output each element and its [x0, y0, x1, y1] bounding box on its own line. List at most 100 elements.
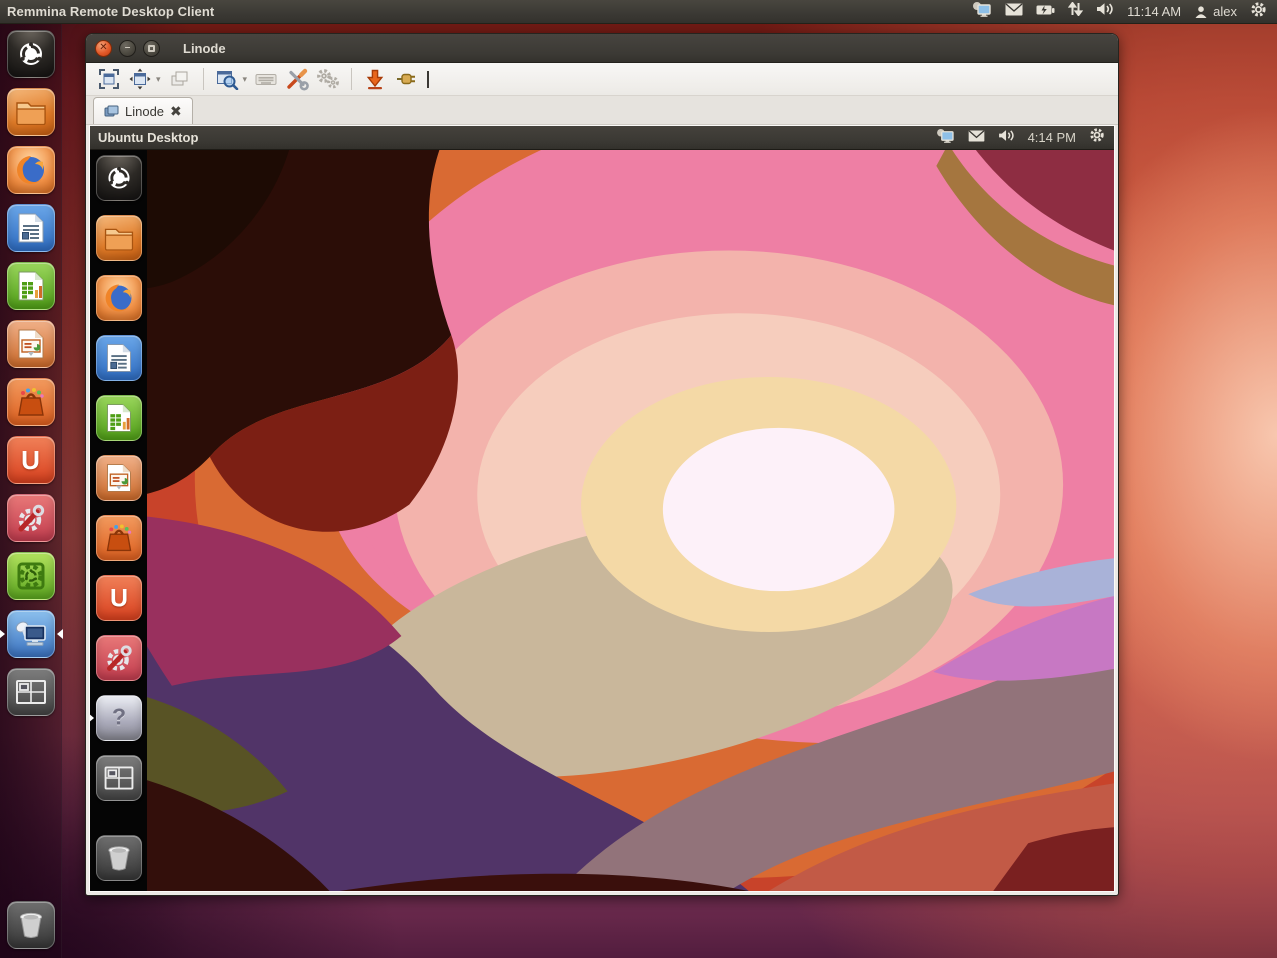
window-titlebar[interactable]: ✕ – Linode — [86, 34, 1118, 63]
toolbar-separator — [203, 68, 204, 90]
mail-icon[interactable] — [968, 129, 985, 147]
ubuntu-one-letter: U — [109, 583, 127, 613]
remote-launcher-item-unknown-app[interactable]: ? — [95, 695, 141, 741]
host-launcher-item-files[interactable] — [7, 88, 55, 136]
close-icon: ✕ — [99, 43, 107, 53]
scaled-mode-options-caret[interactable]: ▾ — [243, 74, 248, 85]
libreoffice-calc-icon — [7, 262, 55, 310]
focused-indicator-arrow — [57, 629, 63, 639]
tools-button[interactable] — [283, 66, 311, 93]
remote-launcher-item-files[interactable] — [95, 215, 141, 261]
fit-window-options-caret[interactable]: ▾ — [156, 74, 161, 85]
host-indicator-tray: 11:14 AM alex — [972, 1, 1277, 23]
remmina-icon — [7, 610, 55, 658]
session-gear-icon[interactable] — [1250, 1, 1267, 23]
ubuntu-one-icon: U — [7, 436, 55, 484]
running-indicator-arrow — [0, 629, 5, 639]
remote-launcher-item-software-center[interactable] — [95, 515, 141, 561]
fit-window-button[interactable] — [126, 66, 154, 93]
host-launcher-item-impress[interactable] — [7, 320, 55, 368]
remote-indicator-tray: 4:14 PM — [936, 127, 1114, 148]
toolbar-separator — [351, 68, 352, 90]
ubuntu-software-center-icon — [7, 378, 55, 426]
host-launcher-item-workspaces[interactable] — [7, 668, 55, 716]
window-maximize-button[interactable] — [143, 40, 160, 57]
window-title: Linode — [183, 41, 226, 56]
minimize-icon: – — [125, 43, 131, 53]
libreoffice-impress-icon — [7, 320, 55, 368]
host-launcher-item-software-updater[interactable] — [7, 552, 55, 600]
volume-icon[interactable] — [1096, 2, 1114, 21]
home-folder-icon — [7, 88, 55, 136]
software-updater-icon — [7, 552, 55, 600]
host-launcher-item-ubuntu-one[interactable]: U — [7, 436, 55, 484]
host-launcher-item-firefox[interactable] — [7, 146, 55, 194]
minimize-window-button[interactable] — [361, 66, 389, 93]
system-settings-icon — [95, 635, 141, 681]
remmina-toolbar: ▾ ▾ — [86, 63, 1118, 96]
toolbar-focus-caret — [427, 71, 429, 88]
volume-icon[interactable] — [998, 129, 1015, 147]
remote-launcher-item-firefox[interactable] — [95, 275, 141, 321]
battery-icon[interactable] — [1036, 3, 1055, 21]
remote-launcher-item-workspaces[interactable] — [95, 755, 141, 801]
window-close-button[interactable]: ✕ — [95, 40, 112, 57]
remote-clock-text[interactable]: 4:14 PM — [1028, 130, 1076, 145]
toggle-fullscreen-button[interactable] — [95, 66, 123, 93]
remote-launcher-item-trash[interactable] — [95, 835, 141, 881]
remote-launcher-item-system-settings[interactable] — [95, 635, 141, 681]
maximize-icon — [148, 45, 155, 52]
workspace-switcher-icon — [7, 668, 55, 716]
tab-linode[interactable]: Linode ✖ — [93, 97, 193, 124]
trash-icon — [7, 901, 55, 949]
remote-launcher-item-impress[interactable] — [95, 455, 141, 501]
ubuntu-one-icon: U — [95, 575, 141, 621]
grab-keyboard-button[interactable] — [252, 66, 280, 93]
host-clock-text: 11:14 AM — [1127, 4, 1181, 19]
host-launcher-item-calc[interactable] — [7, 262, 55, 310]
connection-tabbar: Linode ✖ — [86, 96, 1118, 125]
home-folder-icon — [95, 215, 141, 261]
user-icon — [1194, 5, 1208, 19]
host-top-panel: Remmina Remote Desktop Client 11:14 AM — [0, 0, 1277, 24]
remote-launcher-item-dash[interactable] — [95, 155, 141, 201]
window-minimize-button[interactable]: – — [119, 40, 136, 57]
duplicate-connection-button[interactable] — [166, 66, 194, 93]
libreoffice-writer-icon — [95, 335, 141, 381]
disconnect-button[interactable] — [392, 66, 420, 93]
firefox-icon — [95, 275, 141, 321]
remote-desktop-indicator-icon[interactable] — [936, 128, 955, 148]
host-launcher-item-trash[interactable] — [7, 901, 55, 949]
workspace-switcher-icon — [95, 755, 141, 801]
tab-monitor-icon — [104, 105, 119, 117]
host-launcher-item-system-settings[interactable] — [7, 494, 55, 542]
remote-menubar-title: Ubuntu Desktop — [90, 130, 198, 145]
tab-close-icon[interactable]: ✖ — [170, 104, 182, 118]
user-menu[interactable]: alex — [1194, 4, 1237, 19]
host-launcher-item-writer[interactable] — [7, 204, 55, 252]
libreoffice-impress-icon — [95, 455, 141, 501]
scaled-mode-button[interactable] — [213, 66, 241, 93]
ubuntu-one-letter: U — [21, 445, 40, 476]
unknown-app-icon: ? — [95, 695, 141, 741]
preferences-gears-button[interactable] — [314, 66, 342, 93]
trash-icon — [95, 835, 141, 881]
firefox-icon — [7, 146, 55, 194]
remote-desktop-indicator-icon[interactable] — [972, 1, 992, 22]
host-launcher-item-remmina[interactable] — [7, 610, 55, 658]
remote-desktop-viewport[interactable]: Ubuntu Desktop 4:14 PM — [89, 125, 1115, 892]
sync-arrows-icon[interactable] — [1068, 2, 1083, 21]
remote-launcher-item-ubuntu-one[interactable]: U — [95, 575, 141, 621]
host-launcher: U — [0, 24, 62, 958]
session-gear-icon[interactable] — [1089, 127, 1105, 148]
host-launcher-item-dash[interactable] — [7, 30, 55, 78]
host-launcher-item-software-center[interactable] — [7, 378, 55, 426]
host-clock[interactable]: 11:14 AM — [1127, 4, 1181, 19]
mail-icon[interactable] — [1005, 3, 1023, 21]
tab-label: Linode — [125, 104, 164, 119]
remote-launcher-item-calc[interactable] — [95, 395, 141, 441]
remote-launcher-item-writer[interactable] — [95, 335, 141, 381]
libreoffice-calc-icon — [95, 395, 141, 441]
running-indicator-arrow — [89, 713, 94, 723]
libreoffice-writer-icon — [7, 204, 55, 252]
